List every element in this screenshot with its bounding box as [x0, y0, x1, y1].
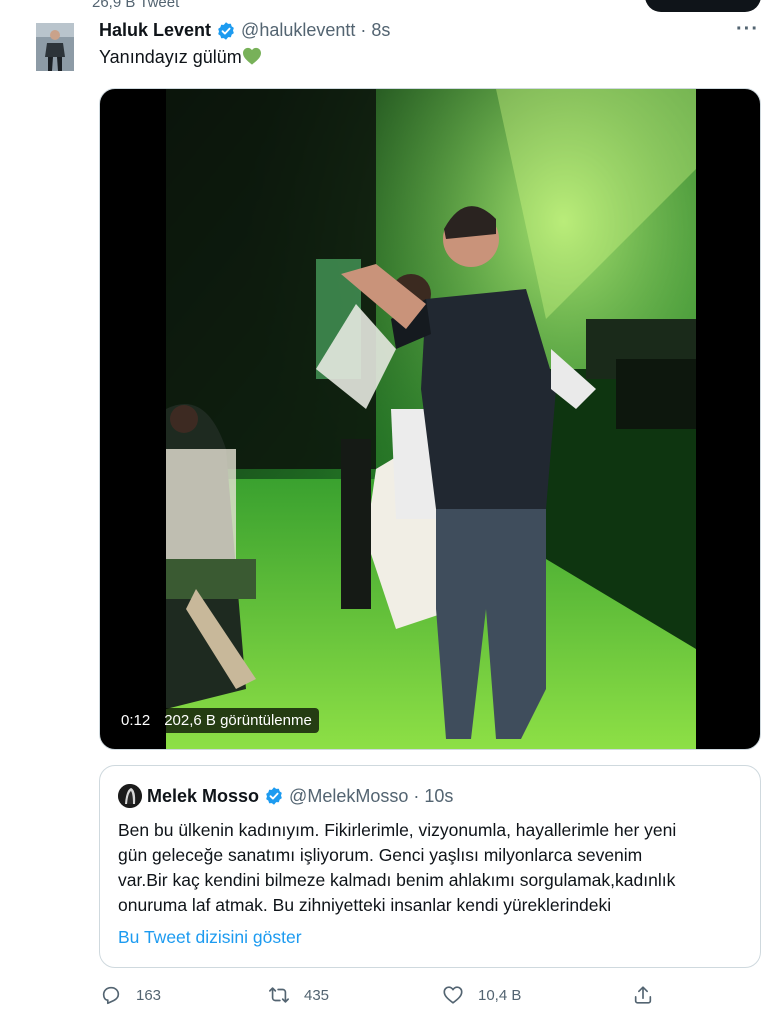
quote-author-name[interactable]: Melek Mosso	[147, 786, 259, 807]
separator-dot: ·	[360, 20, 367, 40]
tweet-actions: 163 435 10,4 B	[100, 984, 660, 1012]
green-heart-icon	[242, 47, 261, 65]
quote-author-handle[interactable]: @MelekMosso	[289, 786, 408, 807]
reply-count: 163	[136, 986, 162, 1004]
quote-text-line: gün geleceğe sanatımı işliyorum. Genci y…	[118, 845, 643, 865]
reply-button[interactable]: 163	[100, 984, 161, 1006]
quote-text-line: var.Bir kaç kendini bilmeze kalmadı beni…	[118, 870, 676, 890]
show-thread-link[interactable]: Bu Tweet dizisini göster	[118, 927, 302, 948]
separator-dot: ·	[413, 785, 420, 806]
share-icon	[634, 986, 652, 1004]
reply-icon	[102, 986, 120, 1005]
quote-text-line: onuruma laf atmak. Bu zihniyetteki insan…	[118, 895, 612, 915]
quote-author: Melek Mosso @MelekMosso · 10s	[118, 784, 453, 808]
video-player[interactable]: 0:12 202,6 B görüntülenme	[99, 88, 761, 750]
retweet-icon	[269, 987, 289, 1003]
avatar[interactable]	[36, 23, 74, 71]
verified-badge-icon	[218, 21, 234, 40]
like-count: 10,4 B	[478, 986, 522, 1004]
author-handle[interactable]: @halukleventt	[241, 20, 355, 41]
follow-button[interactable]	[645, 0, 761, 12]
quote-text-line: Ben bu ülkenin kadınıyım. Fikirlerimle, …	[118, 820, 677, 840]
verified-badge-icon	[266, 787, 282, 805]
video-frame	[166, 89, 696, 749]
author-name[interactable]: Haluk Levent	[99, 20, 211, 41]
video-views: 202,6 B görüntülenme	[164, 712, 312, 729]
quote-time[interactable]: 10s	[424, 786, 453, 807]
more-options-icon[interactable]: ···	[736, 18, 759, 41]
like-button[interactable]: 10,4 B	[442, 984, 521, 1006]
video-duration: 0:12	[121, 712, 151, 729]
quote-avatar[interactable]	[118, 784, 142, 808]
tweet-text-content: Yanındayız gülüm	[99, 47, 242, 67]
profile-photo	[36, 23, 74, 71]
heart-icon	[443, 986, 463, 1004]
share-button[interactable]	[632, 984, 654, 1006]
tweet-text: Yanındayız gülüm	[99, 47, 262, 68]
video-overlay-badge: 0:12 202,6 B görüntülenme	[114, 708, 319, 733]
tweet-author: Haluk Levent @halukleventt · 8s	[99, 20, 390, 41]
quoted-tweet[interactable]: Melek Mosso @MelekMosso · 10s Ben bu ülk…	[99, 765, 761, 968]
quote-avatar-photo	[118, 784, 142, 808]
tweet-time[interactable]: 8s	[371, 20, 390, 41]
retweet-button[interactable]: 435	[268, 984, 329, 1006]
tweet-count: 26,9 B Tweet	[92, 0, 180, 11]
quote-text: Ben bu ülkenin kadınıyım. Fikirlerimle, …	[118, 818, 748, 918]
retweet-count: 435	[304, 986, 330, 1004]
